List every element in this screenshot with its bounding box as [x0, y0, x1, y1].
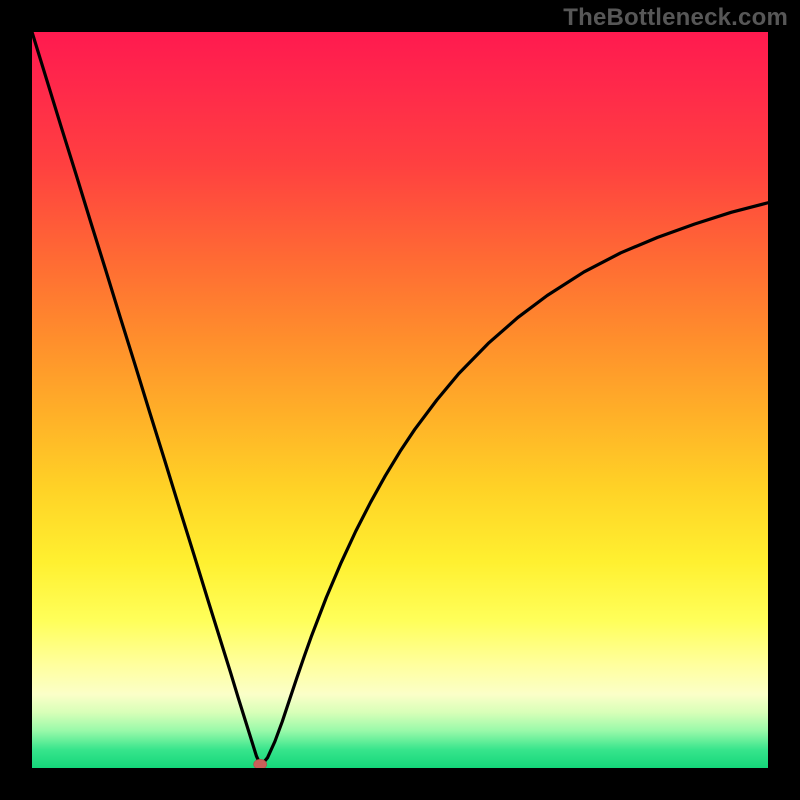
watermark-text: TheBottleneck.com — [563, 4, 788, 32]
minimum-marker — [254, 759, 267, 768]
curve-layer — [32, 32, 768, 768]
plot-area — [32, 32, 768, 768]
chart-frame: TheBottleneck.com — [0, 0, 800, 800]
bottleneck-curve — [32, 32, 768, 764]
